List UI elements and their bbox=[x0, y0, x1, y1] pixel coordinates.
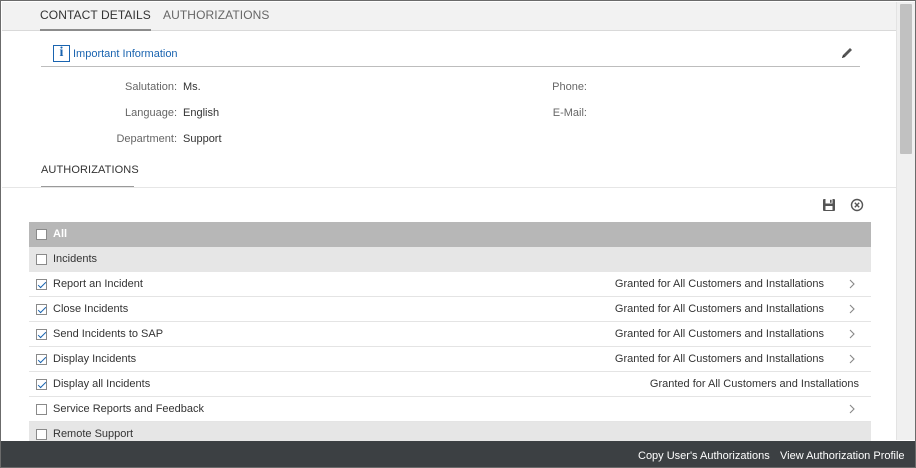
checkbox[interactable] bbox=[36, 404, 47, 415]
authorization-row-all[interactable]: All bbox=[29, 222, 871, 247]
row-label: Display all Incidents bbox=[53, 378, 151, 390]
important-information-title[interactable]: Important Information bbox=[73, 48, 178, 60]
authorizations-table: All Incidents Report an Incident Granted… bbox=[29, 222, 871, 447]
info-icon: i bbox=[53, 45, 70, 62]
row-status: Granted for All Customers and Installati… bbox=[614, 278, 824, 290]
row-status: Granted for All Customers and Installati… bbox=[649, 378, 859, 390]
chevron-right-icon[interactable] bbox=[847, 304, 857, 314]
authorizations-section-title: AUTHORIZATIONS bbox=[41, 164, 139, 188]
language-label: Language: bbox=[125, 107, 177, 119]
authorization-row[interactable]: Send Incidents to SAP Granted for All Cu… bbox=[29, 322, 871, 347]
pencil-edit-icon[interactable] bbox=[840, 46, 854, 60]
tab-contact-details[interactable]: CONTACT DETAILS bbox=[40, 2, 151, 31]
checkbox[interactable] bbox=[36, 429, 47, 440]
section-tabs: CONTACT DETAILS AUTHORIZATIONS bbox=[2, 2, 896, 31]
footer-toolbar: Copy User's Authorizations View Authoriz… bbox=[1, 441, 915, 467]
authorization-row[interactable]: Service Reports and Feedback bbox=[29, 397, 871, 422]
copy-users-authorizations-button[interactable]: Copy User's Authorizations bbox=[638, 450, 770, 462]
checkbox[interactable] bbox=[36, 354, 47, 365]
row-label: All bbox=[53, 228, 68, 240]
chevron-right-icon[interactable] bbox=[847, 354, 857, 364]
authorization-row[interactable]: Display Incidents Granted for All Custom… bbox=[29, 347, 871, 372]
chevron-right-icon[interactable] bbox=[847, 279, 857, 289]
language-value: English bbox=[183, 107, 220, 119]
app-window: CONTACT DETAILS AUTHORIZATIONS i Importa… bbox=[0, 0, 916, 468]
row-label: Remote Support bbox=[53, 428, 134, 440]
section-divider bbox=[2, 187, 896, 188]
email-label: E-Mail: bbox=[552, 107, 587, 119]
row-status: Granted for All Customers and Installati… bbox=[614, 328, 824, 340]
checkbox[interactable] bbox=[36, 304, 47, 315]
checkbox[interactable] bbox=[36, 229, 47, 240]
chevron-right-icon[interactable] bbox=[847, 329, 857, 339]
tab-authorizations[interactable]: AUTHORIZATIONS bbox=[163, 2, 270, 31]
chevron-right-icon[interactable] bbox=[847, 404, 857, 414]
scrollbar-thumb[interactable] bbox=[900, 4, 912, 154]
phone-label: Phone: bbox=[552, 81, 587, 93]
checkbox[interactable] bbox=[36, 379, 47, 390]
view-authorization-profile-button[interactable]: View Authorization Profile bbox=[780, 450, 905, 462]
row-label: Close Incidents bbox=[53, 303, 129, 315]
department-value: Support bbox=[183, 133, 222, 145]
save-icon[interactable] bbox=[821, 197, 837, 213]
department-label: Department: bbox=[116, 133, 177, 145]
row-label: Incidents bbox=[53, 253, 98, 265]
row-label: Display Incidents bbox=[53, 353, 137, 365]
authorization-row[interactable]: Report an Incident Granted for All Custo… bbox=[29, 272, 871, 297]
row-status: Granted for All Customers and Installati… bbox=[614, 303, 824, 315]
authorization-row[interactable]: Close Incidents Granted for All Customer… bbox=[29, 297, 871, 322]
authorization-row[interactable]: Display all Incidents Granted for All Cu… bbox=[29, 372, 871, 397]
vertical-scrollbar[interactable] bbox=[896, 2, 915, 440]
row-status: Granted for All Customers and Installati… bbox=[614, 353, 824, 365]
salutation-label: Salutation: bbox=[125, 81, 177, 93]
salutation-value: Ms. bbox=[183, 81, 201, 93]
checkbox[interactable] bbox=[36, 254, 47, 265]
checkbox[interactable] bbox=[36, 279, 47, 290]
cancel-icon[interactable] bbox=[849, 197, 865, 213]
checkbox[interactable] bbox=[36, 329, 47, 340]
row-label: Send Incidents to SAP bbox=[53, 328, 164, 340]
row-label: Report an Incident bbox=[53, 278, 143, 290]
row-label: Service Reports and Feedback bbox=[53, 403, 205, 415]
important-information-header: i Important Information bbox=[41, 41, 860, 67]
authorization-group-incidents[interactable]: Incidents bbox=[29, 247, 871, 272]
